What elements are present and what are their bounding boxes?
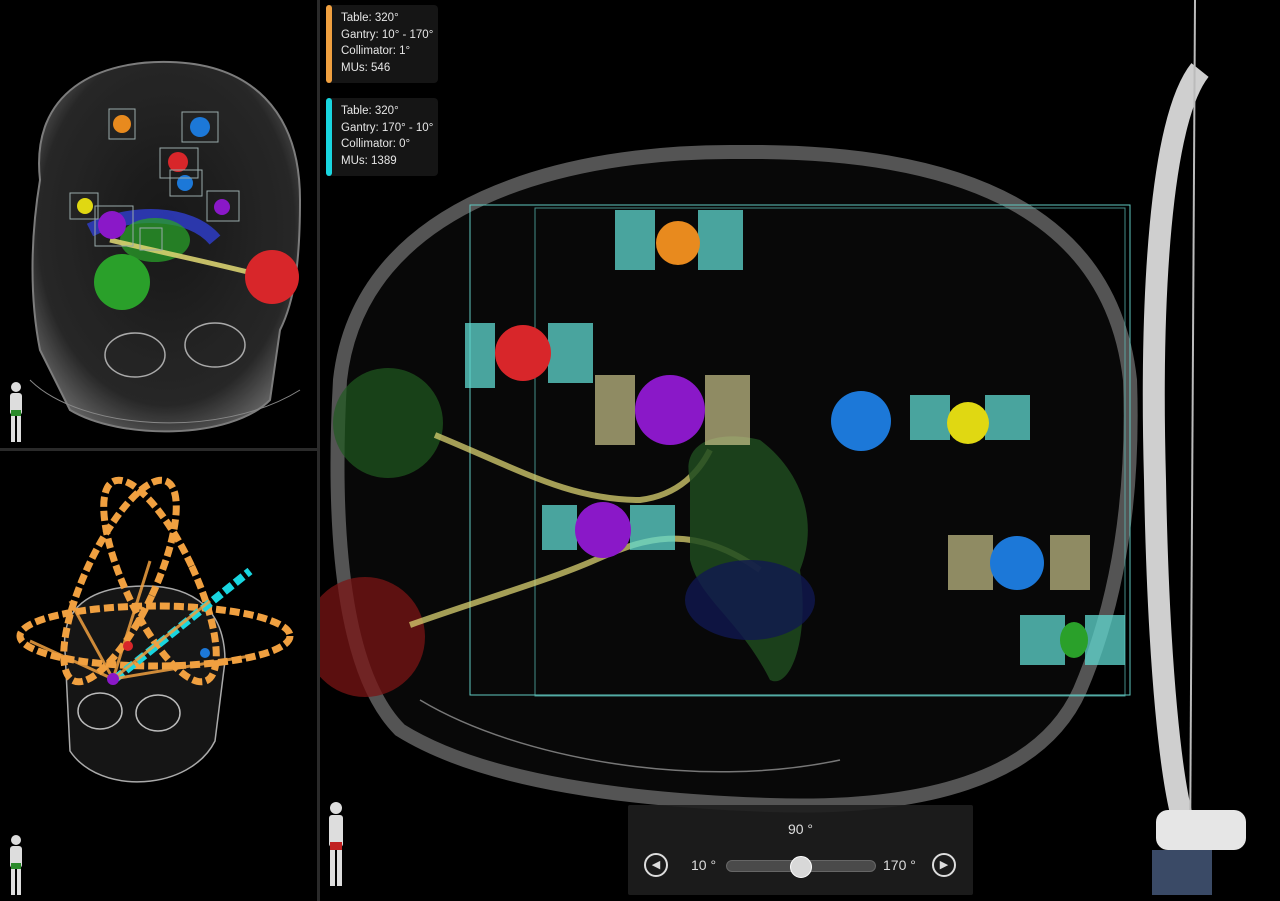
beam-2-gantry: Gantry: 170° - 10°	[341, 121, 434, 134]
main-beams-eye-view[interactable]	[320, 0, 1280, 901]
angle-slider-track[interactable]	[726, 856, 876, 878]
min-angle-label: 10 °	[691, 857, 717, 873]
beam-2-table: Table: 320°	[341, 105, 399, 117]
current-angle-label: 90 °	[787, 821, 814, 837]
beam-color-bar-1	[326, 5, 332, 83]
next-angle-button[interactable]: ▶	[932, 853, 956, 877]
gantry-angle-control: 90 ° ◀ 10 ° 170 ° ▶	[628, 805, 973, 895]
previous-angle-button[interactable]: ◀	[644, 853, 668, 877]
orientation-human-icon-2	[10, 835, 22, 895]
beam-2-collimator: Collimator: 0°	[341, 138, 411, 150]
angle-slider-thumb[interactable]	[790, 856, 812, 878]
beam-2-mus: MUs: 1389	[341, 154, 397, 167]
beam-1-mus: MUs: 546	[341, 61, 391, 74]
orientation-human-icon-main	[329, 802, 343, 886]
arc-beam-render	[16, 476, 294, 783]
frontal-view-panel[interactable]	[0, 0, 317, 448]
arc-view-panel[interactable]	[0, 451, 317, 901]
orientation-human-icon	[10, 382, 22, 442]
max-angle-label: 170 °	[883, 857, 916, 873]
frontal-skull-render	[29, 60, 302, 433]
beam-1-gantry: Gantry: 10° - 170°	[341, 28, 434, 41]
beam-color-bar-2	[326, 98, 332, 176]
beam-1-table: Table: 320°	[341, 12, 399, 24]
beam-1-collimator: Collimator: 1°	[341, 45, 411, 57]
beam-info-card-1: Table: 320° Gantry: 10° - 170° Collimato…	[326, 5, 438, 83]
main-skull-render	[320, 0, 1246, 895]
chevron-right-icon: ▶	[939, 859, 949, 871]
beam-info-card-2: Table: 320° Gantry: 170° - 10° Collimato…	[326, 98, 438, 176]
chevron-left-icon: ◀	[651, 859, 661, 871]
